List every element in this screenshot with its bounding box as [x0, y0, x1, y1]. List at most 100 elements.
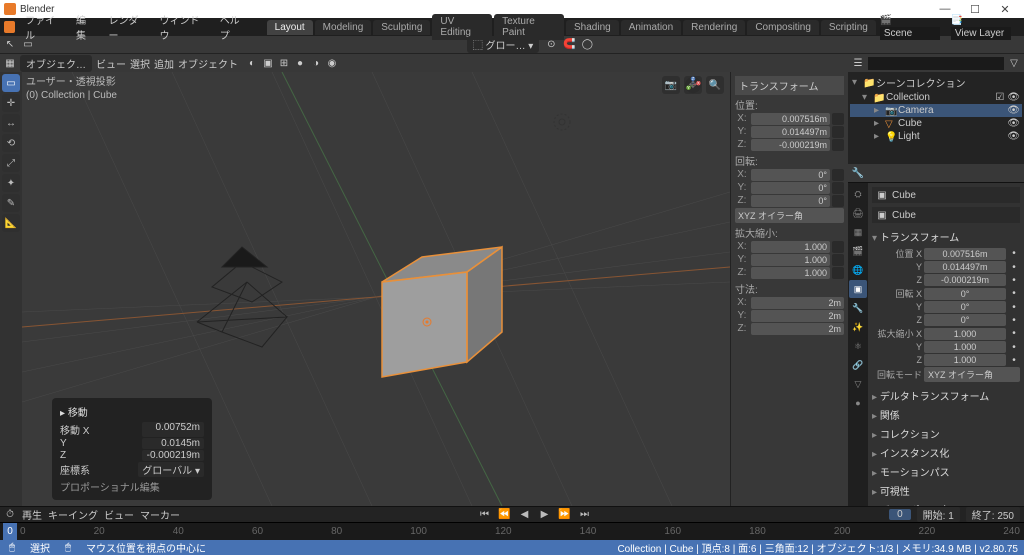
properties-crumb2[interactable]: ▣Cube: [872, 207, 1020, 223]
filter-icon[interactable]: ▽: [1008, 57, 1020, 69]
select-menu[interactable]: 選択: [130, 56, 150, 71]
shading-matcap-icon[interactable]: ◑: [310, 57, 322, 69]
nav-gizmo[interactable]: X Y Z: [662, 76, 724, 94]
menu-edit[interactable]: 編集: [70, 10, 100, 44]
section-visibility[interactable]: 可視性: [872, 481, 1020, 500]
tool-select[interactable]: ▭: [2, 74, 20, 92]
tab-scripting[interactable]: Scripting: [821, 20, 876, 35]
loc-x[interactable]: 0.007516m: [751, 113, 830, 125]
lock-icon[interactable]: •: [1008, 248, 1020, 260]
tab-layout[interactable]: Layout: [267, 20, 313, 35]
scene-selector[interactable]: 🎬: [880, 15, 949, 40]
shading-wire-icon[interactable]: ⊞: [278, 57, 290, 69]
editor-type-icon[interactable]: ▦: [4, 57, 16, 69]
ptab-world[interactable]: 🌐: [849, 261, 867, 279]
loc-y[interactable]: 0.014497m: [751, 126, 830, 138]
tool-measure[interactable]: 📐: [2, 214, 20, 232]
timeline-keying-menu[interactable]: キーイング: [48, 507, 98, 522]
timeline-play-menu[interactable]: 再生: [22, 507, 42, 522]
ptab-modifiers[interactable]: 🔧: [849, 299, 867, 317]
viewport-3d[interactable]: ▭ ✛ ↔ ⟲ ⤢ ✦ ✎ 📐: [0, 72, 848, 506]
view-menu[interactable]: ビュー: [96, 56, 126, 71]
ptab-particles[interactable]: ✨: [849, 318, 867, 336]
prev-key-icon[interactable]: ⏪: [498, 509, 512, 520]
ptab-scene[interactable]: 🎬: [849, 242, 867, 260]
tab-compositing[interactable]: Compositing: [747, 20, 819, 35]
menu-window[interactable]: ウィンドウ: [153, 10, 211, 44]
operator-panel[interactable]: ▸ 移動 移動 X0.00752m Y0.0145m Z-0.000219m 座…: [52, 398, 212, 500]
tab-sculpting[interactable]: Sculpting: [373, 20, 430, 35]
menu-help[interactable]: ヘルプ: [214, 10, 254, 44]
props-icon[interactable]: 🔧: [852, 167, 864, 179]
outliner-camera[interactable]: ▸📷Camera👁: [850, 104, 1022, 117]
overlays-icon[interactable]: ◐: [246, 57, 258, 69]
section-delta[interactable]: デルタトランスフォーム: [872, 386, 1020, 405]
viewlayer-selector[interactable]: 📑: [951, 15, 1020, 40]
ptab-data[interactable]: ▽: [849, 375, 867, 393]
jump-start-icon[interactable]: ⏮: [478, 509, 492, 520]
play-rev-icon[interactable]: ◀: [518, 509, 532, 520]
tab-shading[interactable]: Shading: [566, 20, 619, 35]
npanel-header[interactable]: トランスフォーム: [735, 76, 844, 95]
select-box-icon[interactable]: ▭: [22, 39, 34, 51]
end-frame[interactable]: 終了: 250: [966, 507, 1020, 522]
ptab-output[interactable]: 🖨: [849, 204, 867, 222]
tab-rendering[interactable]: Rendering: [683, 20, 745, 35]
timeline-ruler[interactable]: 0 02040 6080100 120140160 180200220 240: [0, 522, 1024, 540]
viewlayer-field[interactable]: [951, 27, 1011, 40]
outliner-collection[interactable]: ▾📁Collection☑👁: [850, 91, 1022, 104]
menu-render[interactable]: レンダー: [103, 10, 152, 44]
properties-crumb[interactable]: ▣Cube: [872, 187, 1020, 203]
outliner-scene-collection[interactable]: ▾📁シーンコレクション: [850, 74, 1022, 91]
shading-solid-icon[interactable]: ●: [294, 57, 306, 69]
proportional-icon[interactable]: ◯: [581, 39, 593, 51]
object-menu[interactable]: オブジェクト: [178, 56, 238, 71]
scene-field[interactable]: [880, 27, 940, 40]
viewport-canvas[interactable]: ユーザー・透視投影 (0) Collection | Cube 📷 ✥ 🔍 X …: [22, 72, 730, 506]
section-motionpath[interactable]: モーションパス: [872, 462, 1020, 481]
outliner[interactable]: ▾📁シーンコレクション ▾📁Collection☑👁 ▸📷Camera👁 ▸▽C…: [848, 72, 1024, 164]
tab-modeling[interactable]: Modeling: [315, 20, 372, 35]
outliner-icon[interactable]: ☰: [852, 57, 864, 69]
jump-end-icon[interactable]: ⏭: [578, 509, 592, 520]
section-instancing[interactable]: インスタンス化: [872, 443, 1020, 462]
tool-transform[interactable]: ✦: [2, 174, 20, 192]
ptab-viewlayer[interactable]: ▦: [849, 223, 867, 241]
play-icon[interactable]: ▶: [538, 509, 552, 520]
timeline-icon[interactable]: ⏱: [4, 509, 16, 521]
outliner-cube[interactable]: ▸▽Cube👁: [850, 117, 1022, 130]
mode-dropdown[interactable]: オブジェク…: [20, 55, 92, 72]
ptab-material[interactable]: ●: [849, 394, 867, 412]
section-viewport[interactable]: ビューポート表示: [872, 500, 1020, 506]
ptab-object[interactable]: ▣: [849, 280, 867, 298]
section-transform[interactable]: トランスフォーム: [872, 227, 1020, 246]
tab-animation[interactable]: Animation: [621, 20, 681, 35]
eye-icon[interactable]: 👁: [1007, 118, 1020, 129]
next-key-icon[interactable]: ⏩: [558, 509, 572, 520]
prop-loc-x[interactable]: 0.007516m: [924, 248, 1006, 260]
tool-rotate[interactable]: ⟲: [2, 134, 20, 152]
add-menu[interactable]: 追加: [154, 56, 174, 71]
snap-icon[interactable]: 🧲: [563, 39, 575, 51]
eye-icon[interactable]: 👁: [1007, 92, 1020, 103]
shading-render-icon[interactable]: ◉: [326, 57, 338, 69]
eye-icon[interactable]: 👁: [1007, 105, 1020, 116]
outliner-search[interactable]: [868, 57, 1004, 70]
tool-cursor[interactable]: ✛: [2, 94, 20, 112]
orientation-dropdown[interactable]: ⬚ グロー… ▾: [467, 36, 540, 53]
section-collections[interactable]: コレクション: [872, 424, 1020, 443]
ptab-constraints[interactable]: 🔗: [849, 356, 867, 374]
loc-z[interactable]: -0.000219m: [751, 139, 830, 151]
toggle-icon[interactable]: ☑: [995, 92, 1004, 103]
cursor-icon[interactable]: ↖: [4, 39, 16, 51]
current-frame[interactable]: 0: [889, 509, 911, 520]
outliner-light[interactable]: ▸💡Light👁: [850, 130, 1022, 143]
ptab-render[interactable]: ⛭: [849, 185, 867, 203]
section-relations[interactable]: 関係: [872, 405, 1020, 424]
eye-icon[interactable]: 👁: [1007, 131, 1020, 142]
tool-move[interactable]: ↔: [2, 114, 20, 132]
start-frame[interactable]: 開始: 1: [917, 507, 960, 522]
tool-scale[interactable]: ⤢: [2, 154, 20, 172]
pivot-icon[interactable]: ⊙: [545, 39, 557, 51]
xray-icon[interactable]: ▣: [262, 57, 274, 69]
